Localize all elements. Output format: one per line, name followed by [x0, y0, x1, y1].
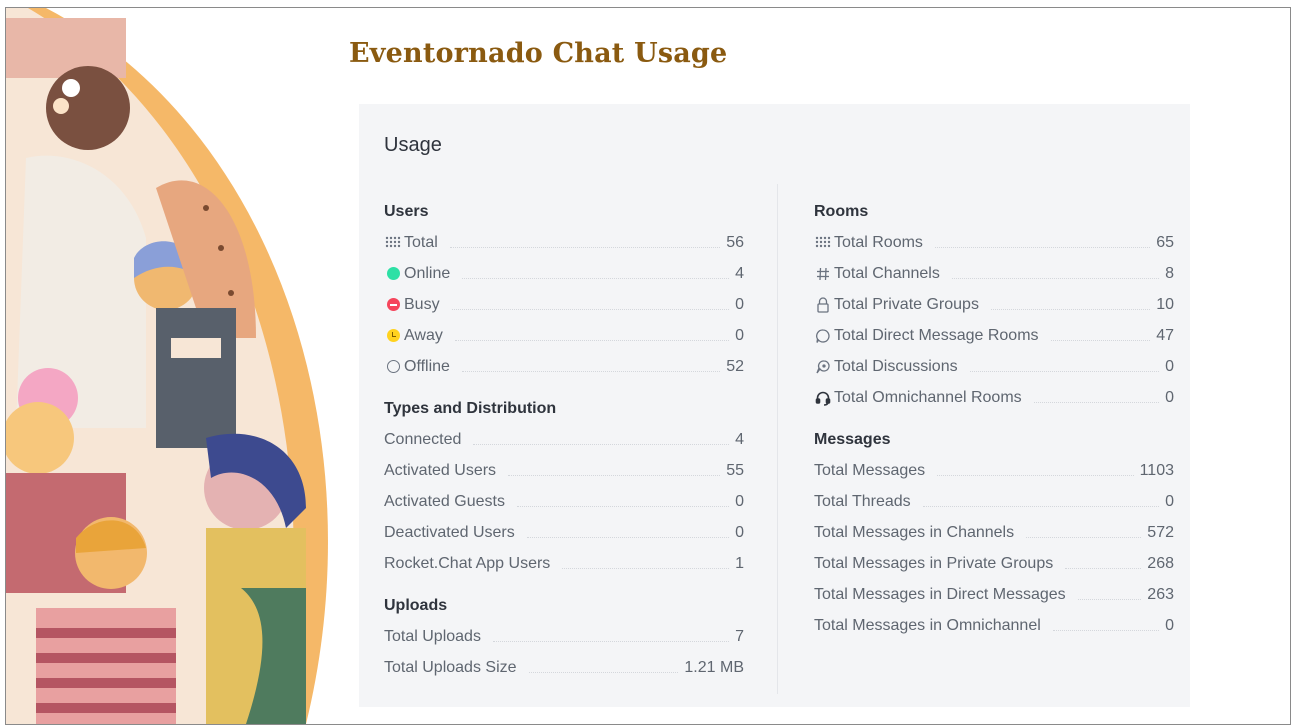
stat-value: 55	[726, 461, 744, 479]
stat-label: Total Rooms	[834, 233, 923, 251]
stat-label: Total Uploads	[384, 627, 481, 645]
stat-row-app-users: Rocket.Chat App Users 1	[384, 548, 744, 579]
stat-row-total-users: Total 56	[384, 227, 744, 258]
usage-card: Usage Users Total 56 Online 4 Busy 0 Awa…	[359, 104, 1190, 707]
column-divider	[777, 184, 778, 694]
stat-row-total-threads: Total Threads 0	[814, 486, 1174, 517]
stat-label: Total Channels	[834, 264, 940, 282]
stat-label: Activated Guests	[384, 492, 505, 510]
stat-row-activated-guests: Activated Guests 0	[384, 486, 744, 517]
stat-row-online: Online 4	[384, 258, 744, 289]
stat-value: 10	[1156, 295, 1174, 313]
busy-status-icon	[384, 297, 402, 313]
stat-value: 47	[1156, 326, 1174, 344]
stat-label: Total Messages in Direct Messages	[814, 585, 1066, 603]
discussion-icon	[814, 359, 832, 375]
stat-value: 0	[1165, 616, 1174, 634]
stat-label: Total Private Groups	[834, 295, 979, 313]
card-title: Usage	[384, 134, 442, 156]
types-heading: Types and Distribution	[384, 400, 557, 417]
stat-value: 0	[735, 295, 744, 313]
stat-value: 4	[735, 430, 744, 448]
page-title: Eventornado Chat Usage	[349, 38, 728, 69]
stat-row-omnichannel-rooms: Total Omnichannel Rooms 0	[814, 382, 1174, 413]
lock-icon	[814, 296, 832, 313]
stat-label: Rocket.Chat App Users	[384, 554, 551, 572]
offline-status-icon	[384, 359, 402, 375]
right-column: Rooms Total Rooms 65 Total Channels 8 To…	[814, 199, 1174, 641]
hash-icon	[814, 266, 832, 282]
stat-value: 52	[726, 357, 744, 375]
stat-row-messages-omnichannel: Total Messages in Omnichannel 0	[814, 610, 1174, 641]
headset-icon	[814, 390, 832, 406]
stat-value: 1	[735, 554, 744, 572]
online-status-icon	[384, 266, 402, 282]
users-heading: Users	[384, 203, 429, 220]
stat-row-connected: Connected 4	[384, 424, 744, 455]
stat-label: Total Direct Message Rooms	[834, 326, 1039, 344]
stat-value: 7	[735, 627, 744, 645]
stat-value: 0	[1165, 357, 1174, 375]
stat-label: Total Discussions	[834, 357, 958, 375]
stat-label: Total Messages in Private Groups	[814, 554, 1054, 572]
stat-label: Total Messages in Omnichannel	[814, 616, 1041, 634]
stat-value: 0	[1165, 388, 1174, 406]
stat-row-uploads-size: Total Uploads Size 1.21 MB	[384, 652, 744, 683]
stat-row-direct-message-rooms: Total Direct Message Rooms 47	[814, 320, 1174, 351]
stat-value: 8	[1165, 264, 1174, 282]
stat-label: Online	[404, 264, 451, 282]
away-status-icon	[384, 328, 402, 344]
stat-row-activated-users: Activated Users 55	[384, 455, 744, 486]
stat-label: Total Messages in Channels	[814, 523, 1015, 541]
stat-label: Offline	[404, 357, 450, 375]
stat-row-deactivated-users: Deactivated Users 0	[384, 517, 744, 548]
people-illustration	[6, 8, 341, 724]
stat-row-private-groups: Total Private Groups 10	[814, 289, 1174, 320]
stat-value: 56	[726, 233, 744, 251]
stat-label: Connected	[384, 430, 462, 448]
stat-label: Total	[404, 233, 438, 251]
stat-label: Away	[404, 326, 443, 344]
stat-value: 1103	[1139, 461, 1174, 479]
stat-row-offline: Offline 52	[384, 351, 744, 382]
stat-row-total-messages: Total Messages 1103	[814, 455, 1174, 486]
stat-value: 263	[1147, 585, 1174, 603]
stat-label: Total Uploads Size	[384, 658, 517, 676]
left-column: Users Total 56 Online 4 Busy 0 Away 0 Of…	[384, 199, 744, 683]
stat-label: Total Omnichannel Rooms	[834, 388, 1022, 406]
stat-row-messages-direct: Total Messages in Direct Messages 263	[814, 579, 1174, 610]
stat-value: 268	[1147, 554, 1174, 572]
stat-value: 0	[735, 492, 744, 510]
stat-value: 0	[735, 326, 744, 344]
stat-value: 1.21 MB	[684, 658, 744, 676]
stat-label: Total Threads	[814, 492, 911, 510]
users-grid-icon	[384, 235, 402, 251]
stat-label: Total Messages	[814, 461, 926, 479]
stat-value: 65	[1156, 233, 1174, 251]
uploads-heading: Uploads	[384, 597, 448, 614]
stat-row-busy: Busy 0	[384, 289, 744, 320]
slide-frame: Eventornado Chat Usage Usage Users Total…	[5, 7, 1291, 725]
stat-row-total-uploads: Total Uploads 7	[384, 621, 744, 652]
stat-label: Busy	[404, 295, 440, 313]
stat-label: Activated Users	[384, 461, 497, 479]
stat-row-messages-private-groups: Total Messages in Private Groups 268	[814, 548, 1174, 579]
stat-value: 0	[735, 523, 744, 541]
stat-row-messages-channels: Total Messages in Channels 572	[814, 517, 1174, 548]
stat-row-discussions: Total Discussions 0	[814, 351, 1174, 382]
stat-row-away: Away 0	[384, 320, 744, 351]
rooms-grid-icon	[814, 235, 832, 251]
stat-value: 572	[1147, 523, 1174, 541]
stat-row-total-rooms: Total Rooms 65	[814, 227, 1174, 258]
stat-row-total-channels: Total Channels 8	[814, 258, 1174, 289]
stat-value: 4	[735, 264, 744, 282]
stat-label: Deactivated Users	[384, 523, 515, 541]
chat-bubble-icon	[814, 328, 832, 344]
rooms-heading: Rooms	[814, 203, 869, 220]
stat-value: 0	[1165, 492, 1174, 510]
messages-heading: Messages	[814, 431, 891, 448]
